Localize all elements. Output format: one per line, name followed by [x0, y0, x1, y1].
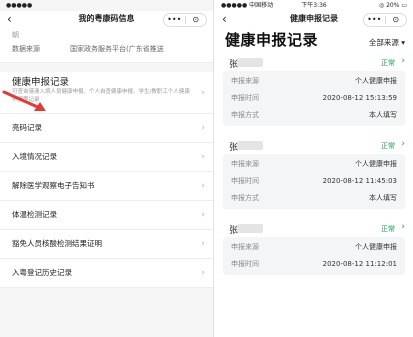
detail-value: 本人填写: [369, 111, 397, 119]
detail-value: 个人健康申报: [355, 77, 397, 85]
detail-row: 申报来源 个人健康申报: [231, 156, 397, 173]
record-gap: [215, 209, 413, 219]
detail-label: 申报方式: [231, 194, 259, 202]
status-bar: ●●●●●: [0, 0, 213, 11]
records-heading: 健康申报记录: [225, 31, 319, 49]
data-source-value: 国家政务服务平台(广东省推送: [70, 45, 164, 53]
detail-row: 申报时间 2020-08-12 11:12:01: [231, 256, 397, 273]
menu-item-observation-release[interactable]: 解除医学观察电子告知书 ›: [0, 172, 213, 201]
close-icon[interactable]: ⊙: [386, 14, 407, 26]
chevron-right-icon: ›: [201, 239, 205, 249]
redacted-name: [237, 224, 263, 233]
menu-item-registration-history[interactable]: 入粤登记历史记录 ›: [0, 259, 213, 288]
detail-row: 申报时间 2020-08-12 11:45:03: [231, 173, 397, 190]
detail-label: 申报时间: [231, 94, 259, 102]
record-card[interactable]: 张 正常 › 申报来源 个人健康申报 申报时间 2020-08-12 15:13…: [219, 53, 409, 126]
chevron-right-icon: ›: [401, 56, 405, 66]
record-header: 张 正常 ›: [219, 136, 409, 154]
chevron-right-icon: ›: [201, 210, 205, 220]
mini-program-capsule: ••• ⊙: [163, 13, 207, 27]
detail-row: 申报来源 个人健康申报: [231, 73, 397, 90]
right-screen: ●●●●● 中国移动 下午3:36 ◎ 20% ▭ ‹ 健康申报记录 ••• ⊙…: [215, 0, 413, 337]
menu-item-label: 解除医学观察电子告知书: [12, 181, 95, 190]
record-header: 张 正常 ›: [219, 53, 409, 71]
record-details: 申报来源 个人健康申报 申报时间 2020-08-12 11:45:03 申报方…: [223, 154, 405, 209]
battery-indicator: ◎ 20% ▭: [378, 2, 407, 9]
red-arrow-annotation: [2, 90, 46, 111]
detail-label: 申报时间: [231, 177, 259, 185]
detail-row: 申报来源 个人健康申报: [231, 239, 397, 256]
status-bar: ●●●●● 中国移动 下午3:36 ◎ 20% ▭: [215, 0, 413, 11]
detail-value: 本人填写: [369, 194, 397, 202]
left-screen: ●●●●● ‹ 我的粤康码信息 ••• ⊙ 朝 数据来源 国家政务服务平台(广东…: [0, 0, 214, 337]
more-icon[interactable]: •••: [364, 14, 385, 26]
mini-program-capsule: ••• ⊙: [363, 13, 407, 27]
menu-item-label: 豁免人员核酸检测结果证明: [12, 239, 102, 248]
records-header: 健康申报记录 全部来源 ▾: [215, 27, 413, 53]
source-filter-dropdown[interactable]: 全部来源 ▾: [369, 37, 405, 48]
nav-bar: ‹ 我的粤康码信息 ••• ⊙: [0, 11, 213, 27]
status-badge: 正常: [381, 59, 395, 67]
detail-value: 2020-08-12 11:12:01: [322, 260, 397, 268]
detail-label: 申报来源: [231, 243, 259, 251]
menu-item-entry-records[interactable]: 入境情况记录 ›: [0, 143, 213, 172]
detail-label: 申报方式: [231, 111, 259, 119]
record-header: 张 正常 ›: [219, 219, 409, 237]
detail-row: 申报方式 本人填写: [231, 107, 397, 124]
chevron-right-icon: ›: [201, 181, 205, 191]
record-card[interactable]: 张 正常 › 申报来源 个人健康申报 申报时间 2020-08-12 11:45…: [219, 136, 409, 209]
nav-bar: ‹ 健康申报记录 ••• ⊙: [215, 11, 413, 27]
record-card[interactable]: 张 正常 › 申报来源 个人健康申报 申报时间 2020-08-12 11:12…: [219, 219, 409, 275]
menu-item-label: 入粤登记历史记录: [12, 268, 72, 277]
status-badge: 正常: [381, 142, 395, 150]
detail-label: 申报来源: [231, 77, 259, 85]
detail-value: 2020-08-12 15:13:59: [322, 94, 397, 102]
menu-item-temperature-records[interactable]: 体温检测记录 ›: [0, 201, 213, 230]
chevron-right-icon: ›: [401, 139, 405, 149]
menu-item-code-history[interactable]: 亮码记录 ›: [0, 114, 213, 143]
record-details: 申报来源 个人健康申报 申报时间 2020-08-12 15:13:59 申报方…: [223, 71, 405, 126]
redacted-name: [237, 58, 263, 67]
detail-value: 2020-08-12 11:45:03: [322, 177, 397, 185]
record-gap: [215, 126, 413, 136]
data-source-label: 数据来源: [12, 45, 40, 53]
detail-value: 个人健康申报: [355, 160, 397, 168]
chevron-right-icon: ›: [201, 152, 205, 162]
record-details: 申报来源 个人健康申报 申报时间 2020-08-12 11:12:01: [223, 237, 405, 275]
chevron-right-icon: ›: [201, 123, 205, 133]
chevron-right-icon: ›: [201, 88, 205, 98]
menu-item-exempt-test-proof[interactable]: 豁免人员核酸检测结果证明 ›: [0, 230, 213, 259]
info-card: 朝 数据来源 国家政务服务平台(广东省推送: [0, 27, 213, 63]
menu-item-label: 体温检测记录: [12, 210, 57, 219]
close-icon[interactable]: ⊙: [186, 14, 207, 26]
detail-label: 申报时间: [231, 260, 259, 268]
menu-item-label: 健康申报记录: [12, 77, 70, 88]
detail-row: 申报时间 2020-08-12 15:13:59: [231, 90, 397, 107]
data-source-row: 数据来源 国家政务服务平台(广东省推送: [0, 39, 213, 63]
more-icon[interactable]: •••: [164, 14, 185, 26]
truncated-text: 朝: [12, 31, 19, 39]
chevron-right-icon: ›: [401, 222, 405, 232]
section-gap: [0, 63, 213, 72]
detail-value: 个人健康申报: [355, 243, 397, 251]
menu-item-label: 入境情况记录: [12, 152, 57, 161]
status-badge: 正常: [381, 225, 395, 233]
redacted-name: [237, 141, 263, 150]
chevron-right-icon: ›: [201, 268, 205, 278]
detail-row: 申报方式 本人填写: [231, 190, 397, 207]
detail-label: 申报来源: [231, 160, 259, 168]
signal-indicator: ●●●●●: [6, 2, 33, 9]
menu-item-label: 亮码记录: [12, 123, 42, 132]
